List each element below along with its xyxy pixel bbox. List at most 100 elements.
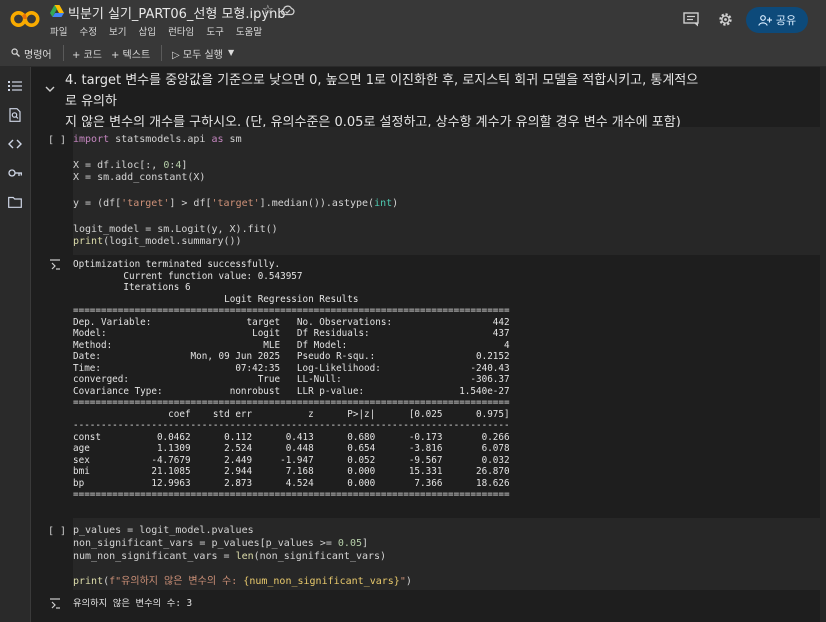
run-cell-button[interactable]: [ ]: [48, 135, 66, 146]
notebook-title[interactable]: 빅분기 실기_PART06_선형 모형.ipynb: [68, 3, 286, 22]
output-line: 유의하지 않은 변수의 수: 3: [73, 598, 193, 609]
code-token: ]: [362, 537, 369, 549]
output-line: age 1.1309 2.524 0.448 0.654 -3.816 6.07…: [73, 443, 510, 454]
toc-icon[interactable]: [8, 79, 22, 93]
code-token: y = (df[: [73, 198, 122, 209]
code-line: print(f"유의하지 않은 변수의 수: {num_non_signific…: [73, 576, 412, 588]
output-line: ========================================…: [73, 397, 510, 408]
colab-logo[interactable]: [10, 9, 40, 29]
output-line: sex -4.7679 2.449 -1.947 0.052 -9.567 0.…: [73, 454, 510, 466]
output-line: Optimization terminated successfully.: [73, 259, 281, 270]
menu-runtime[interactable]: 런타임: [168, 27, 194, 38]
code-line: non_significant_vars = p_values[p_values…: [73, 538, 368, 550]
code-token: (non_significant_vars): [253, 550, 387, 562]
scrollbar[interactable]: [820, 67, 826, 622]
output-line: Time: 07:42:35 Log-Likelihood: -240.43: [73, 362, 510, 374]
add-text-button[interactable]: + 텍스트: [111, 46, 150, 61]
run-all-button[interactable]: ▷ 모두 실행: [172, 46, 223, 61]
code-cell[interactable]: [ ] import statsmodels.api as sm X = df.i…: [45, 127, 826, 255]
menu-file[interactable]: 파일: [50, 27, 67, 38]
code-token: import: [73, 134, 110, 145]
menu-view[interactable]: 보기: [109, 27, 126, 38]
toolbar-divider: [161, 45, 162, 61]
output-line: Date: Mon, 09 Jun 2025 Pseudo R-squ.: 0.…: [73, 351, 510, 362]
code-token: num_non_significant_vars =: [73, 550, 236, 562]
code-token: 'target': [211, 198, 260, 209]
toolbar: 명령어 + 코드 + 텍스트 ▷ 모두 실행 ▼: [0, 40, 826, 67]
text-cell[interactable]: 4. target 변수를 중앙값을 기준으로 낮으면 0, 높으면 1로 이진…: [65, 70, 705, 133]
code-token: ]: [181, 159, 188, 171]
output-line: Logit Regression Results: [73, 293, 359, 305]
output-line: Iterations 6: [73, 282, 191, 293]
collapse-section-icon[interactable]: [45, 85, 55, 93]
output-line: coef std err z P>|z| [0.025 0.975]: [73, 408, 510, 420]
code-token: :,: [145, 159, 164, 171]
code-token: p_values = logit_model.pvalues: [73, 525, 254, 536]
code-cell[interactable]: [ ] p_values = logit_model.pvalues non_si…: [45, 518, 826, 590]
menu-insert[interactable]: 삽입: [139, 27, 156, 38]
output-line: Covariance Type: nonrobust LLR p-value: …: [73, 385, 510, 397]
code-token: {num_non_significant_vars}: [243, 576, 400, 588]
gear-icon[interactable]: [717, 11, 734, 28]
share-label: 공유: [775, 14, 797, 27]
output-line: bmi 21.1085 2.944 7.168 0.000 15.331 26.…: [73, 466, 510, 477]
code-token: len: [235, 550, 254, 562]
menu-help[interactable]: 도움말: [236, 27, 262, 38]
output-line: Model: Logit Df Residuals: 437: [73, 328, 510, 339]
code-token: as: [211, 134, 224, 145]
code-line: y = (df['target'] > df['target'].median(…: [73, 198, 398, 210]
code-editor[interactable]: import statsmodels.api as sm X = df.iloc[…: [73, 127, 826, 255]
app-header: 빅분기 실기_PART06_선형 모형.ipynb ☆ 파일 수정 보기 삽입 …: [0, 0, 826, 40]
output-line: converged: True LL-Null: -306.37: [73, 374, 510, 385]
toolbar-divider: [63, 45, 64, 61]
output-line: ----------------------------------------…: [73, 420, 510, 431]
share-button[interactable]: 공유: [746, 7, 808, 33]
code-token: print: [73, 236, 104, 248]
add-code-button[interactable]: + 코드: [72, 46, 102, 61]
code-line: num_non_significant_vars = len(non_signi…: [73, 551, 386, 563]
code-token: non_significant_vars = p_values[p_values…: [73, 537, 338, 549]
code-token: statsmodels.api: [109, 134, 212, 145]
code-token: ] > df[: [169, 198, 212, 209]
output-line: bp 12.9963 2.873 4.524 0.000 7.366 18.62…: [73, 477, 510, 489]
comment-icon[interactable]: [683, 12, 699, 27]
add-person-icon: [758, 14, 772, 26]
output-line: Current function value: 0.543957: [73, 270, 303, 282]
output-line: ========================================…: [73, 305, 510, 316]
files-folder-icon[interactable]: [8, 195, 22, 209]
output-line: ========================================…: [73, 489, 510, 500]
menu-edit[interactable]: 수정: [80, 27, 97, 38]
commands-button[interactable]: 명령어: [24, 46, 52, 61]
search-icon: [11, 48, 20, 57]
output-actions-icon[interactable]: [49, 259, 61, 271]
cloud-saved-icon[interactable]: [280, 4, 295, 16]
code-line: p_values = logit_model.pvalues: [73, 525, 254, 537]
output-line: const 0.0462 0.112 0.413 0.680 -0.173 0.…: [73, 431, 510, 443]
text-cell-line: 4. target 변수를 중앙값을 기준으로 낮으면 0, 높으면 1로 이진…: [65, 73, 699, 109]
run-all-dropdown-icon[interactable]: ▼: [228, 48, 234, 57]
code-token: 'target': [121, 198, 170, 209]
code-token: 0.05: [337, 537, 362, 549]
code-snippets-icon[interactable]: [8, 137, 22, 151]
code-token: f"유의하지 않은 변수의 수:: [109, 576, 244, 588]
drive-icon[interactable]: [50, 5, 64, 17]
secrets-key-icon[interactable]: [8, 166, 22, 180]
menu-bar: 파일 수정 보기 삽입 런타임 도구 도움말: [50, 24, 271, 38]
code-token: ): [392, 198, 399, 209]
code-token: X = df.iloc[: [73, 159, 146, 171]
menu-tools[interactable]: 도구: [206, 27, 223, 38]
output-line: Method: MLE Df Model: 4: [73, 339, 510, 351]
find-icon[interactable]: [8, 108, 22, 122]
output-actions-icon[interactable]: [49, 598, 61, 610]
code-editor[interactable]: p_values = logit_model.pvalues non_signif…: [73, 518, 826, 590]
output-line: Dep. Variable: target No. Observations: …: [73, 316, 510, 328]
code-token: ): [405, 576, 412, 588]
code-line: X = sm.add_constant(X): [73, 172, 205, 184]
run-cell-button[interactable]: [ ]: [48, 526, 66, 537]
code-line: import statsmodels.api as sm: [73, 134, 242, 146]
star-icon[interactable]: ☆: [262, 3, 274, 18]
left-sidebar: [0, 67, 31, 622]
code-line: logit_model = sm.Logit(y, X).fit(): [73, 224, 278, 236]
notebook-content: 4. target 변수를 중앙값을 기준으로 낮으면 0, 높으면 1로 이진…: [31, 67, 826, 622]
code-token: (logit_model.summary()): [103, 236, 242, 248]
